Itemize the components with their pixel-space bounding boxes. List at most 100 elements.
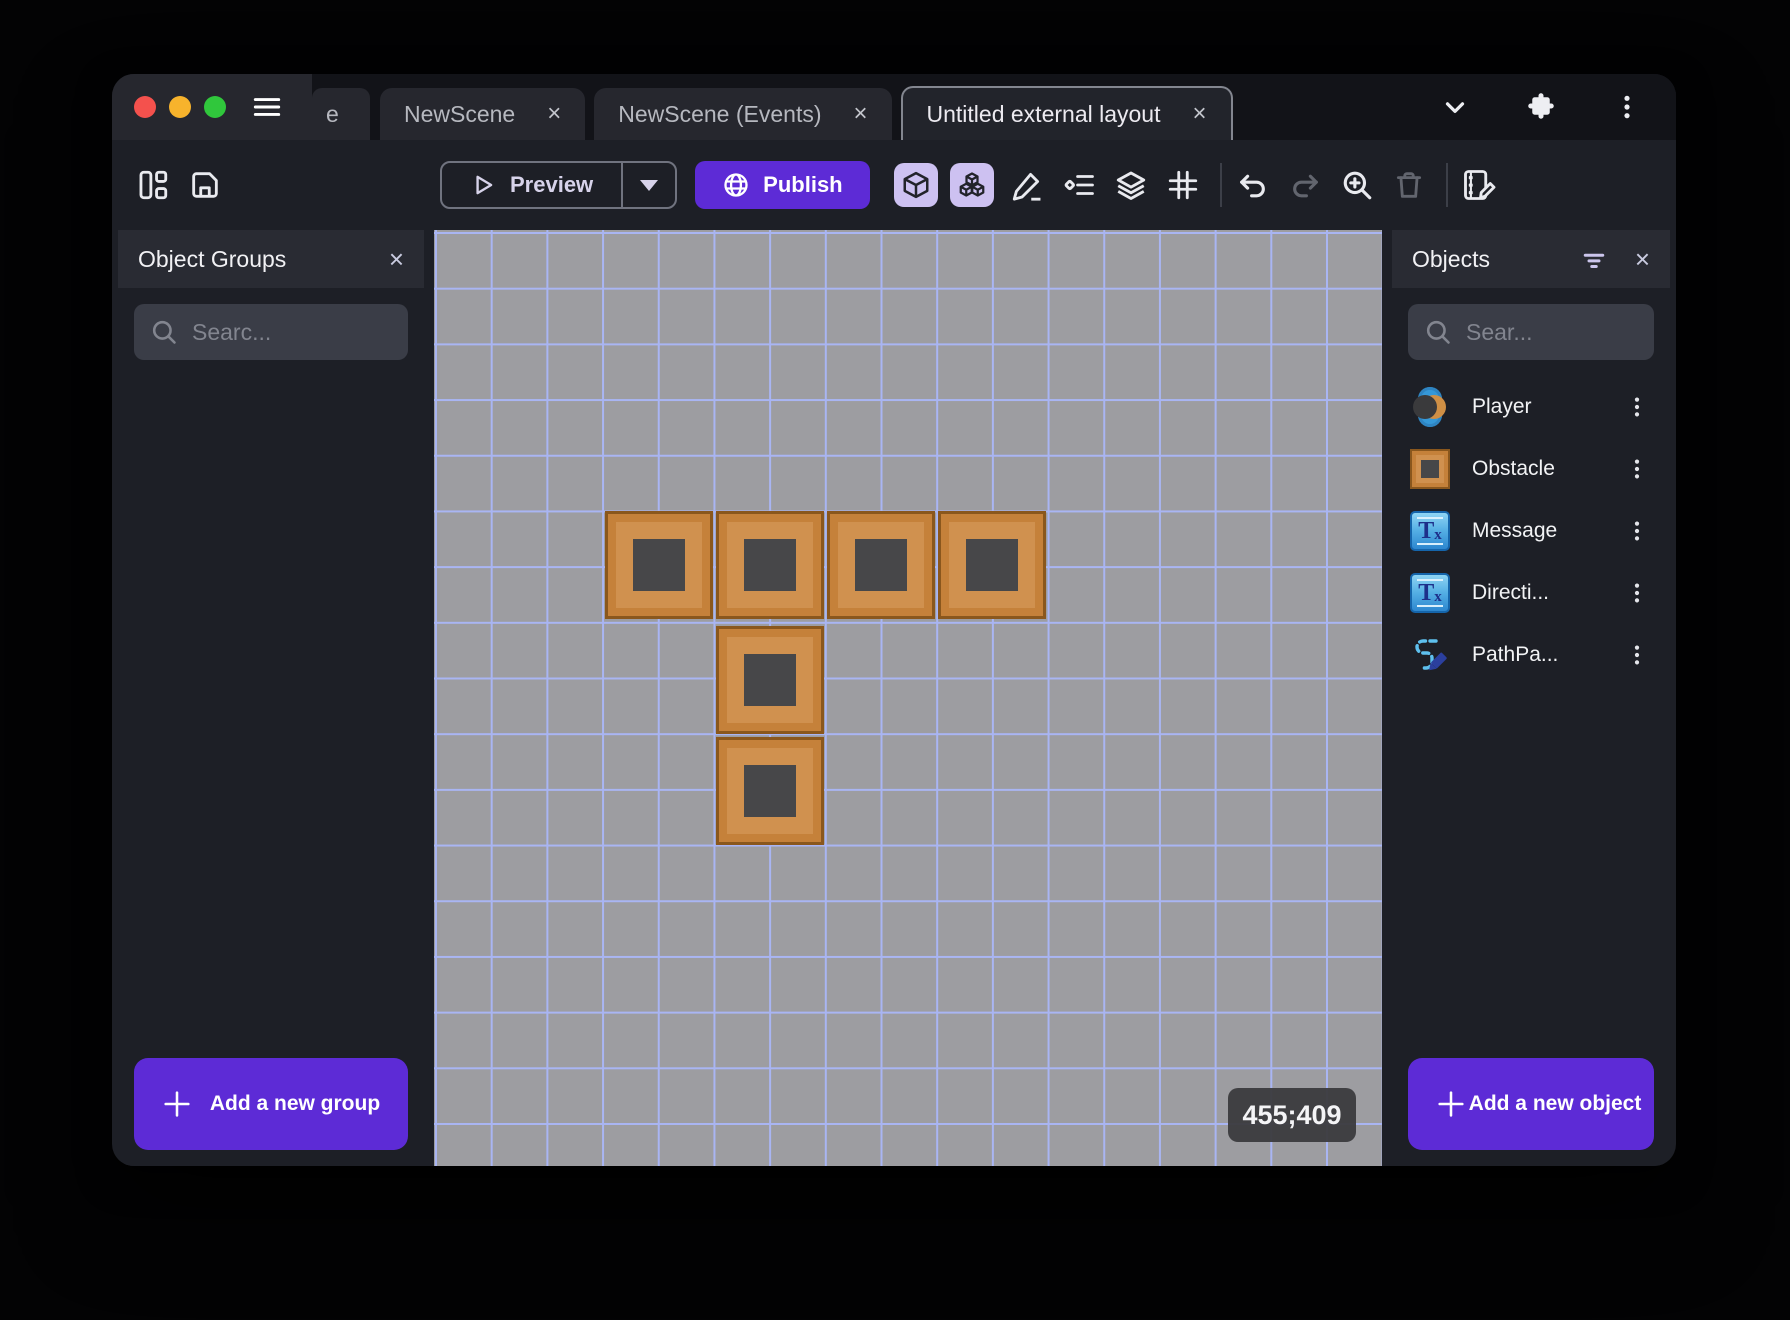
pencil-icon[interactable]: [1008, 166, 1046, 204]
kebab-menu-icon[interactable]: [1622, 576, 1652, 610]
add-group-label: Add a new group: [209, 1092, 381, 1116]
save-icon[interactable]: [186, 166, 224, 204]
object-name: Player: [1472, 395, 1532, 418]
object-name: PathPa...: [1472, 643, 1559, 666]
scene-editor-canvas[interactable]: 455;409: [434, 230, 1382, 1166]
text-object-icon: Tx: [1410, 511, 1450, 551]
toolbar-separator: [1219, 163, 1222, 207]
close-icon[interactable]: ×: [1635, 246, 1650, 272]
tab-label: NewScene (Events): [618, 100, 822, 127]
app-window: e NewScene × NewScene (Events) × Untitled ext…: [112, 74, 1676, 1166]
objects-title: Objects: [1412, 245, 1490, 272]
tab-newscene-events-[interactable]: NewScene (Events) ×: [594, 88, 892, 140]
tab-newscene[interactable]: NewScene ×: [380, 88, 586, 140]
grid-icon[interactable]: [1164, 166, 1202, 204]
obstacle-instance[interactable]: [716, 511, 824, 619]
object-row-directi-[interactable]: Tx Directi...: [1400, 562, 1662, 624]
kebab-menu-icon[interactable]: [1608, 88, 1646, 126]
undo-icon[interactable]: [1234, 166, 1272, 204]
instances-cubes-icon[interactable]: [949, 163, 994, 207]
kebab-menu-icon[interactable]: [1622, 514, 1652, 548]
cube-3d-icon[interactable]: [893, 163, 938, 207]
traffic-lights: [134, 96, 226, 118]
path-paint-icon: [1410, 635, 1450, 675]
kebab-menu-icon[interactable]: [1622, 452, 1652, 486]
object-row-obstacle[interactable]: Obstacle: [1400, 438, 1662, 500]
kebab-menu-icon[interactable]: [1622, 638, 1652, 672]
preview-button-main[interactable]: Preview: [442, 163, 621, 207]
plus-icon: [160, 1087, 194, 1121]
object-row-player[interactable]: Player: [1400, 376, 1662, 438]
text-object-icon: Tx: [1410, 573, 1450, 613]
hamburger-menu-icon[interactable]: [250, 90, 284, 124]
obstacle-instance[interactable]: [605, 511, 713, 619]
objects-search-input[interactable]: [1466, 318, 1638, 346]
obstacle-instance[interactable]: [716, 737, 824, 845]
close-window-button[interactable]: [134, 96, 156, 118]
toolbar: Preview Publish: [112, 140, 1676, 230]
window-body: Object Groups × Add a new group: [112, 230, 1676, 1166]
tab-close-icon[interactable]: ×: [1192, 102, 1206, 126]
objects-header: Objects ×: [1392, 230, 1670, 288]
object-groups-panel: Object Groups × Add a new group: [118, 230, 424, 1166]
chevron-down-icon[interactable]: [1436, 88, 1474, 126]
publish-label: Publish: [763, 172, 843, 197]
tab-close-icon[interactable]: ×: [547, 102, 561, 126]
tab-strip: e NewScene × NewScene (Events) × Untitled ext…: [312, 74, 1402, 140]
object-name: Directi...: [1472, 581, 1550, 604]
add-object-button[interactable]: Add a new object: [1408, 1058, 1654, 1150]
delete-icon[interactable]: [1390, 166, 1428, 204]
object-row-pathpa-[interactable]: PathPa...: [1400, 624, 1662, 686]
toolbar-separator: [1445, 163, 1448, 207]
fullscreen-window-button[interactable]: [204, 96, 226, 118]
filter-icon[interactable]: [1579, 244, 1609, 274]
edit-scene-events-icon[interactable]: [1460, 166, 1498, 204]
preview-dropdown-button[interactable]: [623, 163, 675, 207]
tab-partial[interactable]: e: [312, 88, 370, 140]
object-groups-search-input[interactable]: [192, 318, 392, 346]
objects-panel: Objects × Player Obstacle Tx Message Tx Direc…: [1392, 230, 1670, 1166]
tab-untitled-external-layout[interactable]: Untitled external layout ×: [900, 86, 1233, 140]
obstacle-instance[interactable]: [938, 511, 1046, 619]
redo-icon[interactable]: [1286, 166, 1324, 204]
objects-list-icon[interactable]: [1060, 166, 1098, 204]
cursor-coordinates-badge: 455;409: [1228, 1088, 1356, 1142]
preview-label: Preview: [510, 172, 594, 197]
object-name: Obstacle: [1472, 457, 1555, 480]
globe-icon: [722, 171, 750, 199]
objects-list: Player Obstacle Tx Message Tx Directi... PathP…: [1392, 370, 1670, 686]
object-groups-searchbox[interactable]: [134, 304, 408, 360]
objects-searchbox[interactable]: [1408, 304, 1654, 360]
tab-label: e: [326, 100, 339, 127]
obstacle-icon: [1410, 449, 1450, 489]
dropdown-caret-icon: [640, 179, 659, 191]
object-row-message[interactable]: Tx Message: [1400, 500, 1662, 562]
object-groups-header: Object Groups ×: [118, 230, 424, 288]
titlebar: e NewScene × NewScene (Events) × Untitled ext…: [112, 74, 1676, 140]
tab-label: Untitled external layout: [926, 100, 1161, 127]
object-groups-list-empty: [118, 370, 424, 1058]
obstacle-instance[interactable]: [716, 626, 824, 734]
zoom-in-icon[interactable]: [1338, 166, 1376, 204]
tab-close-icon[interactable]: ×: [854, 102, 868, 126]
obstacle-instance[interactable]: [827, 511, 935, 619]
close-icon[interactable]: ×: [389, 246, 404, 272]
search-icon: [150, 318, 178, 346]
add-group-button[interactable]: Add a new group: [134, 1058, 408, 1150]
tab-label: NewScene: [404, 100, 516, 127]
add-object-label: Add a new object: [1468, 1092, 1642, 1116]
play-icon: [470, 172, 496, 198]
object-groups-title: Object Groups: [138, 245, 287, 272]
panels-layout-icon[interactable]: [134, 166, 172, 204]
extensions-puzzle-icon[interactable]: [1522, 88, 1560, 126]
kebab-menu-icon[interactable]: [1622, 390, 1652, 424]
preview-button[interactable]: Preview: [440, 161, 678, 209]
titlebar-left-section: [112, 74, 312, 140]
layers-icon[interactable]: [1112, 166, 1150, 204]
search-icon: [1424, 318, 1452, 346]
screenshot-stage: e NewScene × NewScene (Events) × Untitled ext…: [0, 0, 1790, 1320]
minimize-window-button[interactable]: [169, 96, 191, 118]
player-icon: [1410, 387, 1450, 427]
titlebar-right-controls: [1402, 74, 1676, 140]
publish-button[interactable]: Publish: [695, 161, 870, 209]
